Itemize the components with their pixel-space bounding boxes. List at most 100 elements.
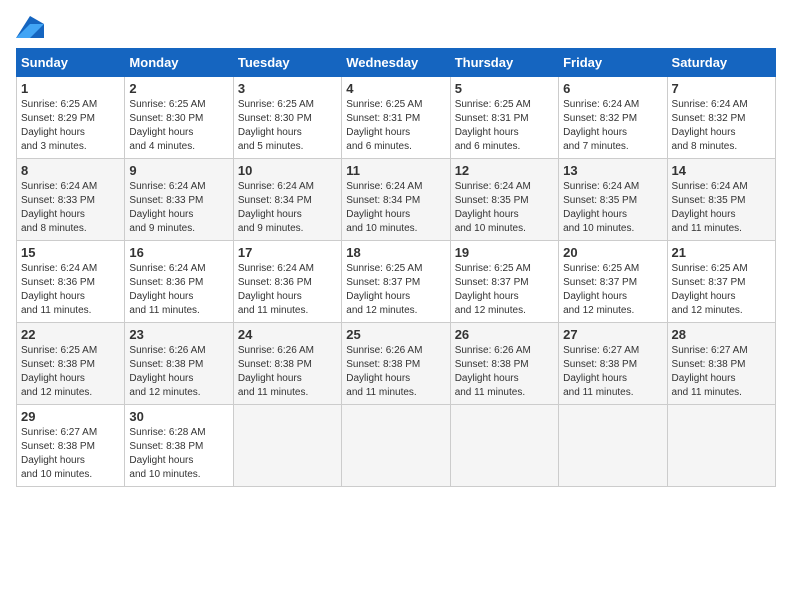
calendar-week-row: 29 Sunrise: 6:27 AM Sunset: 8:38 PM Dayl… [17,405,776,487]
day-detail: Sunrise: 6:27 AM Sunset: 8:38 PM Dayligh… [672,344,771,400]
day-detail: Sunrise: 6:24 AM Sunset: 8:35 PM Dayligh… [455,180,554,236]
day-detail: Sunrise: 6:24 AM Sunset: 8:33 PM Dayligh… [129,180,228,236]
calendar-cell: 24 Sunrise: 6:26 AM Sunset: 8:38 PM Dayl… [233,323,341,405]
day-detail: Sunrise: 6:24 AM Sunset: 8:33 PM Dayligh… [21,180,120,236]
day-detail: Sunrise: 6:25 AM Sunset: 8:29 PM Dayligh… [21,98,120,154]
calendar-cell: 9 Sunrise: 6:24 AM Sunset: 8:33 PM Dayli… [125,159,233,241]
calendar-cell: 26 Sunrise: 6:26 AM Sunset: 8:38 PM Dayl… [450,323,558,405]
header-monday: Monday [125,49,233,77]
day-number: 24 [238,327,337,342]
day-number: 19 [455,245,554,260]
header-saturday: Saturday [667,49,775,77]
day-detail: Sunrise: 6:24 AM Sunset: 8:36 PM Dayligh… [21,262,120,318]
calendar-cell: 14 Sunrise: 6:24 AM Sunset: 8:35 PM Dayl… [667,159,775,241]
calendar-cell: 5 Sunrise: 6:25 AM Sunset: 8:31 PM Dayli… [450,77,558,159]
calendar-cell: 6 Sunrise: 6:24 AM Sunset: 8:32 PM Dayli… [559,77,667,159]
day-detail: Sunrise: 6:27 AM Sunset: 8:38 PM Dayligh… [21,426,120,482]
logo [16,16,48,38]
day-number: 21 [672,245,771,260]
logo-icon [16,16,44,38]
day-number: 22 [21,327,120,342]
day-detail: Sunrise: 6:26 AM Sunset: 8:38 PM Dayligh… [346,344,445,400]
day-detail: Sunrise: 6:25 AM Sunset: 8:37 PM Dayligh… [563,262,662,318]
day-number: 6 [563,81,662,96]
day-number: 30 [129,409,228,424]
calendar-cell: 10 Sunrise: 6:24 AM Sunset: 8:34 PM Dayl… [233,159,341,241]
day-detail: Sunrise: 6:24 AM Sunset: 8:35 PM Dayligh… [672,180,771,236]
page-header [16,16,776,38]
calendar-cell: 13 Sunrise: 6:24 AM Sunset: 8:35 PM Dayl… [559,159,667,241]
calendar-header-row: SundayMondayTuesdayWednesdayThursdayFrid… [17,49,776,77]
day-detail: Sunrise: 6:24 AM Sunset: 8:35 PM Dayligh… [563,180,662,236]
day-number: 29 [21,409,120,424]
day-number: 23 [129,327,228,342]
day-number: 11 [346,163,445,178]
calendar-week-row: 22 Sunrise: 6:25 AM Sunset: 8:38 PM Dayl… [17,323,776,405]
calendar-cell: 17 Sunrise: 6:24 AM Sunset: 8:36 PM Dayl… [233,241,341,323]
day-number: 7 [672,81,771,96]
day-number: 13 [563,163,662,178]
day-detail: Sunrise: 6:25 AM Sunset: 8:37 PM Dayligh… [346,262,445,318]
day-number: 14 [672,163,771,178]
calendar-cell: 23 Sunrise: 6:26 AM Sunset: 8:38 PM Dayl… [125,323,233,405]
calendar-cell: 12 Sunrise: 6:24 AM Sunset: 8:35 PM Dayl… [450,159,558,241]
header-sunday: Sunday [17,49,125,77]
day-number: 17 [238,245,337,260]
day-number: 10 [238,163,337,178]
calendar-cell: 7 Sunrise: 6:24 AM Sunset: 8:32 PM Dayli… [667,77,775,159]
day-detail: Sunrise: 6:26 AM Sunset: 8:38 PM Dayligh… [455,344,554,400]
calendar-cell: 4 Sunrise: 6:25 AM Sunset: 8:31 PM Dayli… [342,77,450,159]
day-detail: Sunrise: 6:24 AM Sunset: 8:34 PM Dayligh… [346,180,445,236]
day-detail: Sunrise: 6:25 AM Sunset: 8:37 PM Dayligh… [455,262,554,318]
header-friday: Friday [559,49,667,77]
calendar-cell [342,405,450,487]
day-number: 5 [455,81,554,96]
calendar-cell [233,405,341,487]
day-detail: Sunrise: 6:26 AM Sunset: 8:38 PM Dayligh… [238,344,337,400]
calendar-cell: 22 Sunrise: 6:25 AM Sunset: 8:38 PM Dayl… [17,323,125,405]
calendar-cell: 27 Sunrise: 6:27 AM Sunset: 8:38 PM Dayl… [559,323,667,405]
day-detail: Sunrise: 6:25 AM Sunset: 8:30 PM Dayligh… [238,98,337,154]
day-number: 4 [346,81,445,96]
day-number: 3 [238,81,337,96]
calendar-cell: 30 Sunrise: 6:28 AM Sunset: 8:38 PM Dayl… [125,405,233,487]
calendar-cell: 18 Sunrise: 6:25 AM Sunset: 8:37 PM Dayl… [342,241,450,323]
calendar-cell: 19 Sunrise: 6:25 AM Sunset: 8:37 PM Dayl… [450,241,558,323]
day-detail: Sunrise: 6:28 AM Sunset: 8:38 PM Dayligh… [129,426,228,482]
day-detail: Sunrise: 6:25 AM Sunset: 8:38 PM Dayligh… [21,344,120,400]
calendar-cell: 16 Sunrise: 6:24 AM Sunset: 8:36 PM Dayl… [125,241,233,323]
day-detail: Sunrise: 6:25 AM Sunset: 8:30 PM Dayligh… [129,98,228,154]
calendar-cell: 11 Sunrise: 6:24 AM Sunset: 8:34 PM Dayl… [342,159,450,241]
day-number: 8 [21,163,120,178]
day-number: 2 [129,81,228,96]
day-number: 26 [455,327,554,342]
header-tuesday: Tuesday [233,49,341,77]
day-detail: Sunrise: 6:25 AM Sunset: 8:37 PM Dayligh… [672,262,771,318]
calendar-cell: 3 Sunrise: 6:25 AM Sunset: 8:30 PM Dayli… [233,77,341,159]
day-number: 28 [672,327,771,342]
calendar-cell [559,405,667,487]
day-detail: Sunrise: 6:27 AM Sunset: 8:38 PM Dayligh… [563,344,662,400]
calendar-cell: 20 Sunrise: 6:25 AM Sunset: 8:37 PM Dayl… [559,241,667,323]
day-number: 9 [129,163,228,178]
header-thursday: Thursday [450,49,558,77]
calendar-cell: 1 Sunrise: 6:25 AM Sunset: 8:29 PM Dayli… [17,77,125,159]
day-number: 25 [346,327,445,342]
header-wednesday: Wednesday [342,49,450,77]
calendar-week-row: 8 Sunrise: 6:24 AM Sunset: 8:33 PM Dayli… [17,159,776,241]
day-number: 18 [346,245,445,260]
day-detail: Sunrise: 6:24 AM Sunset: 8:32 PM Dayligh… [563,98,662,154]
day-detail: Sunrise: 6:24 AM Sunset: 8:36 PM Dayligh… [238,262,337,318]
day-detail: Sunrise: 6:26 AM Sunset: 8:38 PM Dayligh… [129,344,228,400]
calendar-table: SundayMondayTuesdayWednesdayThursdayFrid… [16,48,776,487]
calendar-cell: 8 Sunrise: 6:24 AM Sunset: 8:33 PM Dayli… [17,159,125,241]
calendar-week-row: 15 Sunrise: 6:24 AM Sunset: 8:36 PM Dayl… [17,241,776,323]
calendar-cell [667,405,775,487]
day-number: 15 [21,245,120,260]
calendar-cell [450,405,558,487]
day-number: 1 [21,81,120,96]
day-number: 20 [563,245,662,260]
calendar-cell: 29 Sunrise: 6:27 AM Sunset: 8:38 PM Dayl… [17,405,125,487]
calendar-cell: 2 Sunrise: 6:25 AM Sunset: 8:30 PM Dayli… [125,77,233,159]
calendar-week-row: 1 Sunrise: 6:25 AM Sunset: 8:29 PM Dayli… [17,77,776,159]
